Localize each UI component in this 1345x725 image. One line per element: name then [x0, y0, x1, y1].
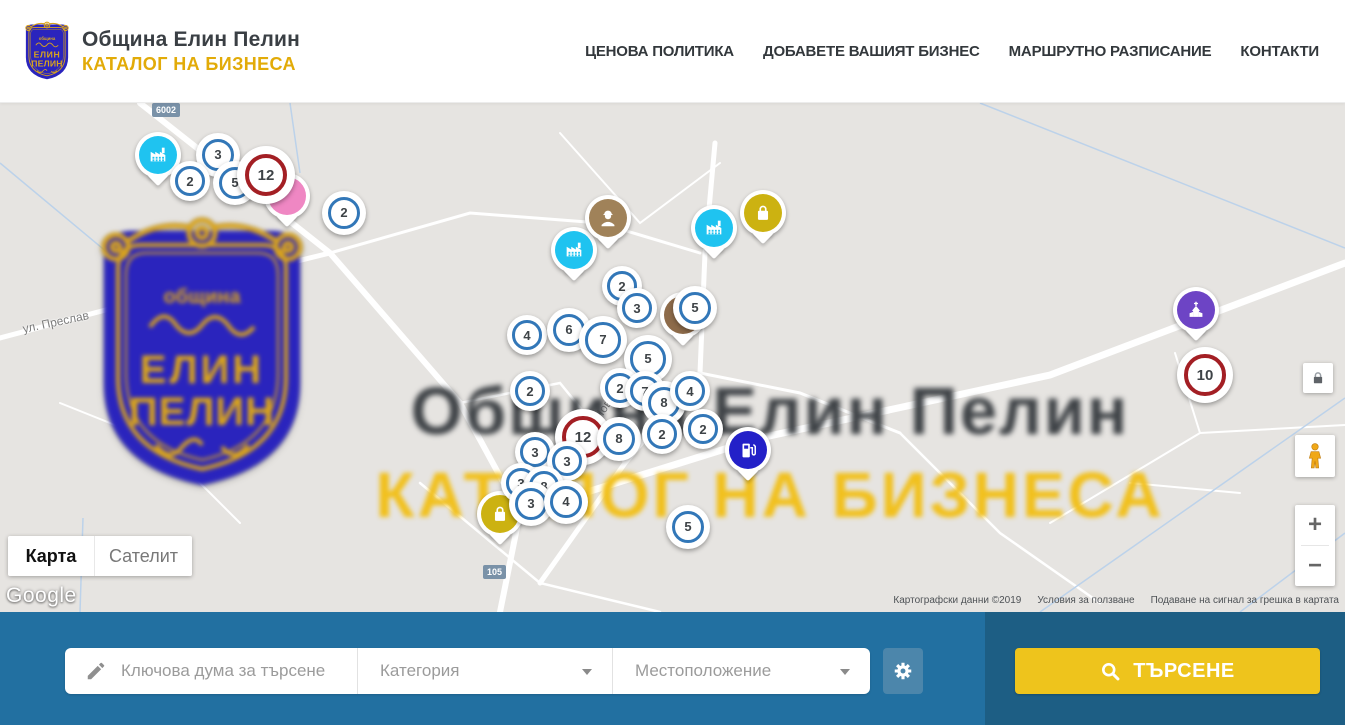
zoom-in-button[interactable]: +	[1295, 505, 1335, 545]
cluster-count: 5	[672, 511, 705, 544]
cluster-marker[interactable]: 4	[670, 371, 710, 411]
map-attribution: Картографски данни ©2019 Условия за полз…	[893, 595, 1339, 606]
worker-icon	[597, 207, 619, 229]
factory-pin[interactable]	[551, 227, 597, 273]
cluster-marker[interactable]: 3	[617, 288, 657, 328]
map-data-copyright: Картографски данни ©2019	[893, 595, 1021, 606]
category-select[interactable]: Категория	[357, 648, 612, 694]
cluster-count: 12	[245, 154, 288, 197]
cluster-marker[interactable]: 2	[510, 371, 550, 411]
keyword-field-wrap	[65, 648, 357, 694]
cluster-marker[interactable]: 5	[673, 286, 717, 330]
cluster-marker[interactable]: 8	[597, 417, 641, 461]
fuel-pin[interactable]	[725, 427, 771, 473]
map-view-button[interactable]: Карта	[8, 536, 94, 576]
shopping-bag-icon	[752, 202, 774, 224]
shopping-bag-icon	[489, 503, 511, 525]
cluster-count: 8	[603, 423, 636, 456]
chevron-down-icon	[840, 669, 850, 675]
fuel-pump-icon	[737, 439, 759, 461]
cluster-marker[interactable]: 4	[507, 315, 547, 355]
municipality-crest-icon: община ЕЛИН ПЕЛИН	[22, 21, 72, 82]
cluster-marker[interactable]: 2	[322, 191, 366, 235]
cluster-marker[interactable]: 12	[237, 146, 295, 204]
satellite-view-button[interactable]: Сателит	[94, 536, 192, 576]
map-type-control: Карта Сателит	[8, 536, 192, 576]
report-map-error-link[interactable]: Подаване на сигнал за грешка в картата	[1151, 595, 1339, 606]
search-button[interactable]: ТЪРСЕНЕ	[1015, 648, 1320, 694]
nav-pricing-policy[interactable]: ЦЕНОВА ПОЛИТИКА	[585, 43, 734, 60]
advanced-settings-button[interactable]	[883, 648, 923, 694]
street-view-pegman-button[interactable]	[1295, 435, 1335, 477]
site-logo[interactable]: община ЕЛИН ПЕЛИН Община Елин Пелин КАТА…	[0, 21, 300, 82]
chevron-down-icon	[582, 669, 592, 675]
church-pin[interactable]	[1173, 287, 1219, 333]
shopping-bag-pin[interactable]	[740, 190, 786, 236]
cluster-count: 4	[675, 376, 705, 406]
factory-icon	[703, 217, 725, 239]
keyword-search-input[interactable]	[65, 648, 357, 694]
header: община ЕЛИН ПЕЛИН Община Елин Пелин КАТА…	[0, 0, 1345, 103]
factory-icon	[147, 144, 169, 166]
cluster-count: 2	[328, 197, 361, 230]
google-logo[interactable]: Google	[6, 584, 77, 608]
factory-pin[interactable]	[691, 205, 737, 251]
cluster-marker[interactable]: 2	[642, 414, 682, 454]
cluster-count: 7	[585, 322, 621, 358]
cluster-marker[interactable]: 5	[666, 505, 710, 549]
zoom-control: + −	[1295, 505, 1335, 586]
search-bar: Категория Местоположение ТЪРСЕНЕ	[0, 612, 1345, 725]
svg-text:ЕЛИН: ЕЛИН	[34, 49, 61, 59]
lock-icon	[1309, 369, 1327, 387]
factory-icon	[563, 239, 585, 261]
cluster-marker[interactable]: 2	[170, 161, 210, 201]
marker-layer: 32512223546752278412822333834510	[0, 103, 1345, 612]
cluster-count: 5	[679, 292, 712, 325]
nav-route-schedule[interactable]: МАРШРУТНО РАЗПИСАНИЕ	[1009, 43, 1212, 60]
nav-contacts[interactable]: КОНТАКТИ	[1240, 43, 1319, 60]
search-icon	[1100, 661, 1121, 682]
location-select[interactable]: Местоположение	[612, 648, 870, 694]
cluster-marker[interactable]: 7	[579, 316, 627, 364]
church-icon	[1185, 299, 1207, 321]
terms-of-use-link[interactable]: Условия за ползване	[1037, 595, 1134, 606]
svg-text:ПЕЛИН: ПЕЛИН	[31, 58, 62, 68]
cluster-count: 3	[515, 488, 548, 521]
main-nav: ЦЕНОВА ПОЛИТИКА ДОБАВЕТЕ ВАШИЯТ БИЗНЕС М…	[585, 43, 1345, 60]
worker-pin[interactable]	[585, 195, 631, 241]
site-subtitle: КАТАЛОГ НА БИЗНЕСА	[82, 54, 300, 75]
cluster-count: 4	[512, 320, 542, 350]
cluster-count: 2	[175, 166, 205, 196]
search-fields: Категория Местоположение	[65, 648, 870, 694]
map-canvas[interactable]: ул. Преслав бул. „Новосел 6002 105 общин…	[0, 103, 1345, 612]
svg-text:община: община	[39, 36, 56, 41]
gear-icon	[892, 660, 914, 682]
cluster-marker[interactable]: 2	[683, 409, 723, 449]
cluster-count: 10	[1184, 354, 1225, 395]
zoom-out-button[interactable]: −	[1295, 546, 1335, 586]
cluster-marker[interactable]: 4	[544, 480, 588, 524]
cluster-count: 2	[515, 376, 545, 406]
cluster-count: 4	[550, 486, 583, 519]
nav-add-business[interactable]: ДОБАВЕТЕ ВАШИЯТ БИЗНЕС	[763, 43, 980, 60]
cluster-marker[interactable]: 10	[1177, 347, 1233, 403]
lock-control-button[interactable]	[1303, 363, 1333, 393]
cluster-count: 2	[647, 419, 677, 449]
cluster-count: 2	[688, 414, 718, 444]
cluster-count: 3	[622, 293, 652, 323]
pencil-icon	[85, 660, 107, 687]
site-title: Община Елин Пелин	[82, 28, 300, 52]
pegman-icon	[1302, 441, 1328, 471]
